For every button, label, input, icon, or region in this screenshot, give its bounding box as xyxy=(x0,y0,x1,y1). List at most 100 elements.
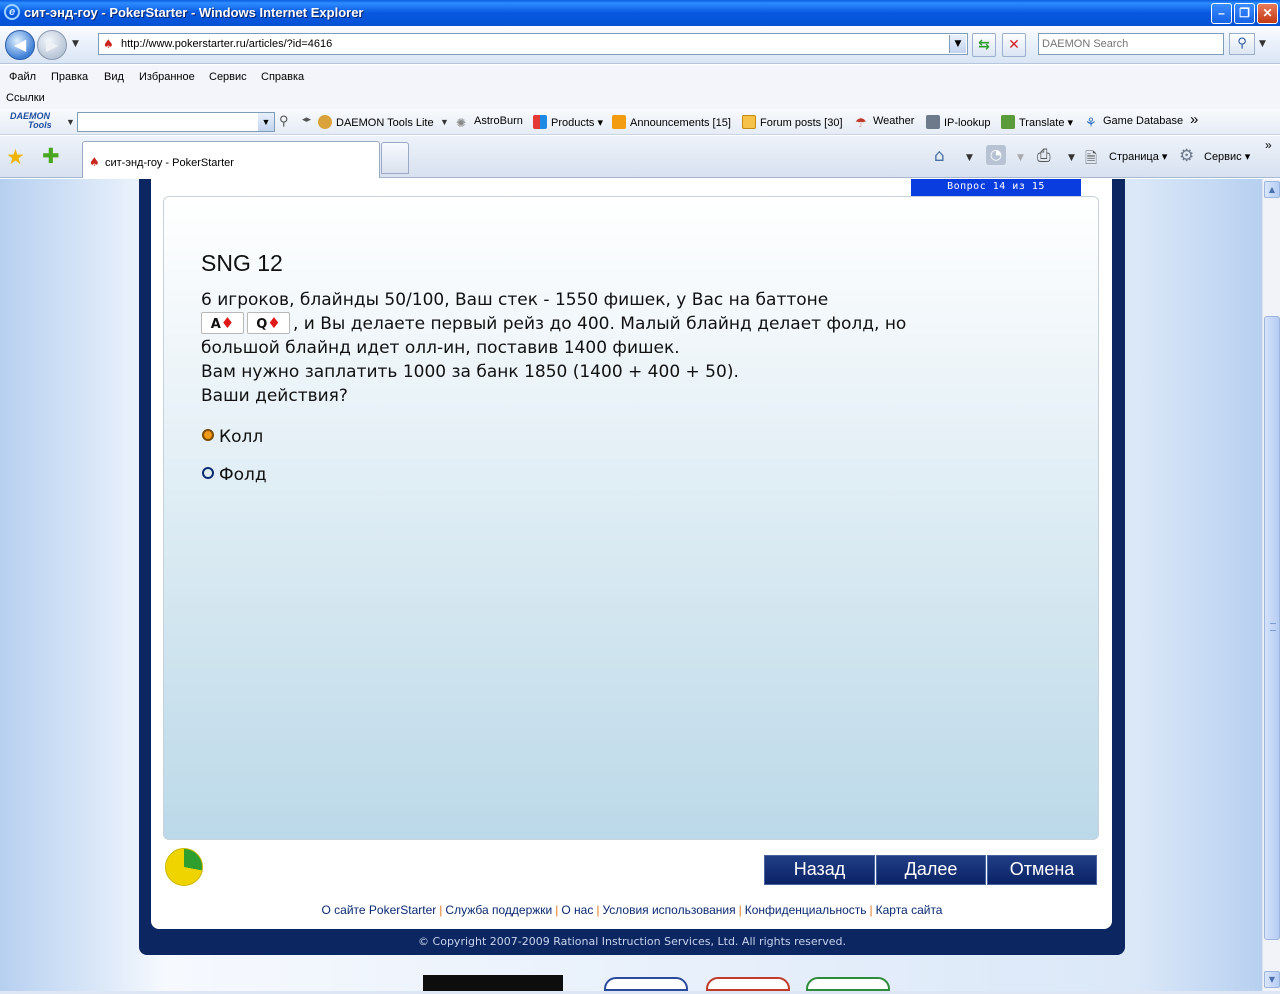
diamond-suit-icon: ♦ xyxy=(220,314,235,332)
next-quiz-button[interactable]: Далее xyxy=(876,855,986,885)
favorites-star-icon[interactable]: ★ xyxy=(6,145,25,169)
toolbar-forum-posts[interactable]: Forum posts [30] xyxy=(742,115,843,129)
question-progress-badge: Вопрос 14 из 15 xyxy=(911,179,1081,196)
address-bar[interactable]: ♠ http://www.pokerstarter.ru/articles/?i… xyxy=(98,33,968,55)
footer-link-terms[interactable]: Условия использования xyxy=(602,903,735,917)
scroll-down-arrow-icon[interactable]: ▼ xyxy=(1264,971,1280,988)
footer-link-about-us[interactable]: О нас xyxy=(561,903,593,917)
search-input[interactable] xyxy=(1039,34,1223,54)
question-text: 6 игроков, блайнды 50/100, Ваш стек - 15… xyxy=(201,288,1081,408)
home-icon[interactable]: ⌂ xyxy=(934,146,945,166)
tools-gear-icon: ⚙ xyxy=(1179,146,1195,166)
home-dropdown[interactable]: ▼ xyxy=(966,153,973,163)
vertical-scrollbar[interactable]: ▲ ▼ xyxy=(1262,179,1280,991)
daemon-tools-logo[interactable]: DAEMON Tools xyxy=(10,112,52,130)
recent-pages-dropdown[interactable]: ▼ xyxy=(72,39,79,49)
links-label[interactable]: Ссылки xyxy=(6,92,45,104)
print-icon[interactable]: ⎙ xyxy=(1037,146,1051,166)
question-line-2: A♦ Q♦, и Вы делаете первый рейз до 400. М… xyxy=(201,312,1081,336)
toolbar-announcements[interactable]: Announcements [15] xyxy=(612,115,731,129)
site-favicon-icon: ♠ xyxy=(103,37,114,51)
add-favorite-plus-icon[interactable]: ✚ xyxy=(42,144,60,168)
print-dropdown[interactable]: ▼ xyxy=(1068,153,1075,163)
tab-pokerstarter[interactable]: ♠ сит-энд-гоу - PokerStarter xyxy=(82,141,380,178)
tab-bar: ★ ✚ ♠ сит-энд-гоу - PokerStarter ⌂ ▼ ◔ ▼… xyxy=(0,136,1280,178)
menu-view[interactable]: Вид xyxy=(104,71,124,83)
search-field[interactable] xyxy=(1038,33,1224,55)
pokerstars-logo[interactable] xyxy=(423,975,563,991)
address-url[interactable]: http://www.pokerstarter.ru/articles/?id=… xyxy=(121,38,332,50)
tools-menu-label: Сервис xyxy=(1204,151,1242,163)
toolbar-products[interactable]: Products ▾ xyxy=(533,115,603,129)
daemon-search-dropdown[interactable]: ▼ xyxy=(258,113,274,131)
commandbar-overflow-chevron-icon[interactable]: » xyxy=(1265,138,1272,152)
answer-option-fold[interactable]: Фолд xyxy=(202,465,267,485)
tab-favicon-icon: ♠ xyxy=(89,155,100,169)
toolbar-astroburn[interactable]: ✺ AstroBurn xyxy=(456,115,523,131)
forum-icon xyxy=(742,115,756,129)
daemon-lite-dropdown[interactable]: ▼ xyxy=(440,117,449,127)
menu-file[interactable]: Файл xyxy=(9,71,36,83)
scrollbar-thumb[interactable] xyxy=(1264,316,1280,940)
minimize-button[interactable]: – xyxy=(1211,3,1232,24)
address-dropdown-button[interactable]: ▼ xyxy=(949,35,966,53)
menu-tools[interactable]: Сервис xyxy=(209,71,247,83)
daemon-search-input[interactable]: ▼ xyxy=(77,112,275,132)
scroll-grip-icon xyxy=(1270,623,1276,631)
page-menu[interactable]: Страница ▾ xyxy=(1109,150,1167,163)
toolbar-separator-arrows-icon: ◂▸ xyxy=(302,114,312,124)
menu-bar: Файл Правка Вид Избранное Сервис Справка xyxy=(0,65,1280,89)
toolbar-game-database[interactable]: ⚘ Game Database xyxy=(1085,115,1183,131)
products-icon xyxy=(533,115,547,129)
back-quiz-button[interactable]: Назад xyxy=(764,855,875,885)
footer-link-about-site[interactable]: О сайте PokerStarter xyxy=(322,903,437,917)
forward-button[interactable]: ▶ xyxy=(37,30,67,60)
tools-menu[interactable]: Сервис ▾ xyxy=(1204,150,1250,163)
toolbar-item-label: Translate xyxy=(1019,117,1065,129)
toolbar-item-label: DAEMON Tools Lite xyxy=(336,117,434,129)
links-bar: Ссылки xyxy=(0,89,1280,109)
refresh-button[interactable]: ⇆ xyxy=(972,33,996,57)
close-button[interactable]: ✕ xyxy=(1257,3,1278,24)
radio-selected-icon[interactable] xyxy=(202,429,214,441)
footer-link-sitemap[interactable]: Карта сайта xyxy=(876,903,943,917)
scroll-up-arrow-icon[interactable]: ▲ xyxy=(1264,181,1280,198)
question-title: SNG 12 xyxy=(201,250,283,276)
footer-link-privacy[interactable]: Конфиденциальность xyxy=(745,903,867,917)
partner-logo-2[interactable] xyxy=(706,977,790,991)
card-rank: Q xyxy=(256,317,268,332)
daemon-lite-icon xyxy=(318,115,332,129)
question-line-4: Вам нужно заплатить 1000 за банк 1850 (1… xyxy=(201,362,739,382)
menu-favorites[interactable]: Избранное xyxy=(139,71,195,83)
stop-button[interactable]: ✕ xyxy=(1002,33,1026,57)
radio-unselected-icon[interactable] xyxy=(202,467,214,479)
back-button[interactable]: ◀ xyxy=(5,30,35,60)
menu-help[interactable]: Справка xyxy=(261,71,304,83)
toolbar-item-label: Game Database xyxy=(1103,115,1184,127)
toolbar-ip-lookup[interactable]: IP-lookup xyxy=(926,115,990,129)
toolbar-item-label: IP-lookup xyxy=(944,117,991,129)
answer-option-call[interactable]: Колл xyxy=(202,427,263,447)
toolbar-overflow-chevron-icon[interactable]: » xyxy=(1190,111,1198,128)
daemon-search-icon[interactable]: ⚲ xyxy=(279,113,289,129)
toolbar-daemon-tools-lite[interactable]: DAEMON Tools Lite xyxy=(318,115,434,129)
rss-icon xyxy=(612,115,626,129)
toolbar-translate[interactable]: Translate ▾ xyxy=(1001,115,1073,129)
toolbar-item-label: AstroBurn xyxy=(474,115,523,127)
question-line-5: Ваши действия? xyxy=(201,386,348,406)
diamond-suit-icon: ♦ xyxy=(267,314,281,332)
search-options-dropdown[interactable]: ▼ xyxy=(1259,39,1266,49)
cancel-quiz-button[interactable]: Отмена xyxy=(987,855,1097,885)
footer-link-support[interactable]: Служба поддержки xyxy=(445,903,552,917)
rss-feeds-icon[interactable]: ◔ xyxy=(986,145,1006,165)
partner-logo-3[interactable] xyxy=(806,977,890,991)
ip-lookup-icon xyxy=(926,115,940,129)
new-tab-button[interactable] xyxy=(381,142,409,174)
partner-logo-1[interactable] xyxy=(604,977,688,991)
search-button[interactable]: ⚲ xyxy=(1229,33,1255,55)
feeds-dropdown[interactable]: ▼ xyxy=(1017,153,1024,163)
maximize-button[interactable]: ❐ xyxy=(1234,3,1255,24)
toolbar-weather[interactable]: ☂ Weather xyxy=(855,115,914,131)
menu-edit[interactable]: Правка xyxy=(51,71,88,83)
daemon-menu-dropdown[interactable]: ▼ xyxy=(66,117,75,127)
